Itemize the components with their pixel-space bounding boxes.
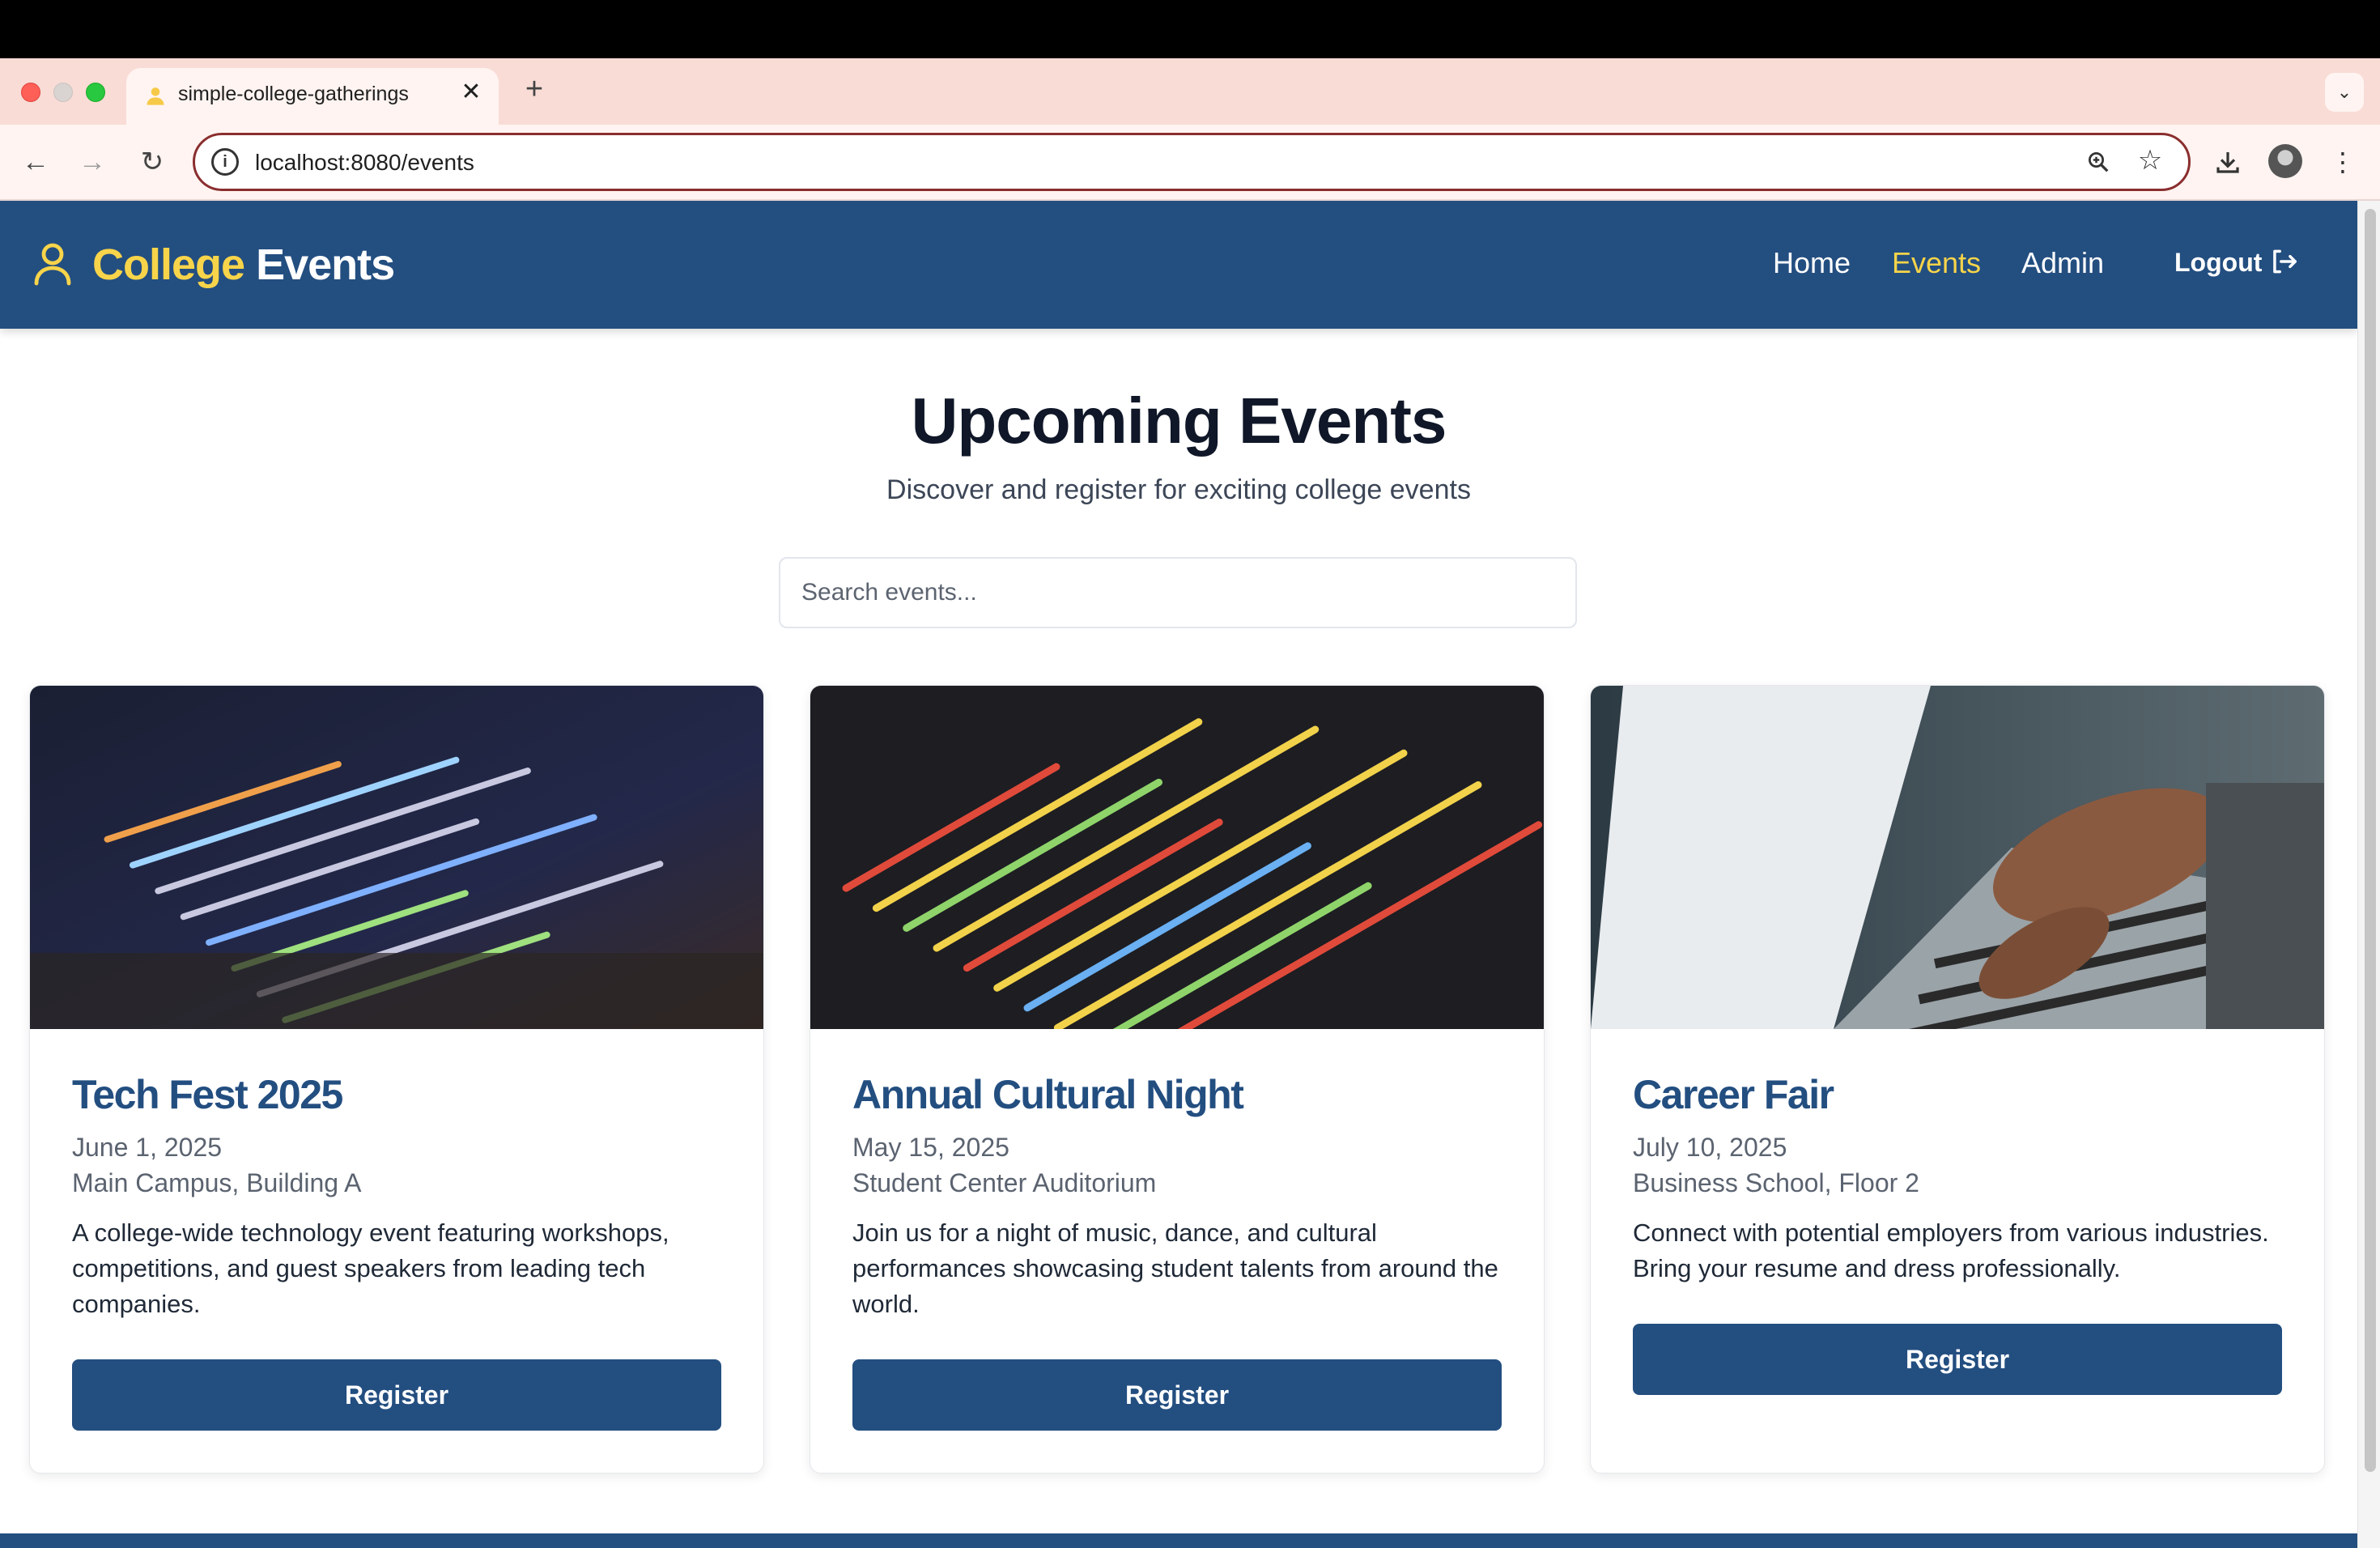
site-info-icon[interactable]: i	[211, 148, 239, 176]
register-button[interactable]: Register	[1633, 1324, 2282, 1395]
event-card: Career Fair July 10, 2025 Business Schoo…	[1590, 685, 2325, 1474]
event-title[interactable]: Career Fair	[1633, 1071, 1834, 1118]
event-description: Join us for a night of music, dance, and…	[852, 1218, 1498, 1318]
tab-close-icon[interactable]: ✕	[457, 78, 486, 107]
download-icon[interactable]	[2210, 144, 2246, 180]
scrollbar-thumb[interactable]	[2365, 209, 2376, 1472]
event-location: Student Center Auditorium	[852, 1168, 1157, 1197]
forward-arrow-icon[interactable]: →	[74, 144, 110, 180]
new-tab-button[interactable]: +	[518, 73, 550, 105]
logout-icon[interactable]	[2268, 246, 2299, 277]
zoom-icon[interactable]	[2083, 147, 2114, 177]
back-arrow-icon[interactable]: ←	[18, 144, 53, 180]
page-viewport: College Events Home Events Admin Logout …	[0, 201, 2357, 1548]
site-brand[interactable]: College Events	[92, 240, 395, 290]
brand-events: Events	[256, 240, 395, 289]
window-minimize-button[interactable]	[53, 83, 73, 102]
event-title[interactable]: Tech Fest 2025	[72, 1071, 343, 1118]
search-input[interactable]	[779, 557, 1577, 628]
more-menu-icon[interactable]: ⋮	[2325, 144, 2361, 180]
event-image-typing-laptop	[1591, 686, 2324, 1029]
event-date: July 10, 2025	[1633, 1133, 1787, 1162]
page-subtitle: Discover and register for exciting colle…	[886, 474, 1471, 505]
event-title[interactable]: Annual Cultural Night	[852, 1071, 1244, 1118]
event-image-code-laptop	[30, 686, 763, 1029]
bookmark-star-icon[interactable]: ☆	[2135, 145, 2165, 176]
nav-events[interactable]: Events	[1892, 246, 1981, 280]
event-date: May 15, 2025	[852, 1133, 1009, 1162]
tab-title: simple-college-gatherings	[178, 83, 409, 105]
browser-tab[interactable]: simple-college-gatherings ✕	[126, 68, 499, 125]
event-description: A college-wide technology event featurin…	[72, 1218, 669, 1318]
event-location: Main Campus, Building A	[72, 1168, 362, 1197]
event-card: Tech Fest 2025 June 1, 2025 Main Campus,…	[29, 685, 764, 1474]
address-bar[interactable]: i localhost:8080/events ☆	[193, 133, 2191, 191]
logout-button[interactable]: Logout	[2174, 248, 2262, 278]
site-header: College Events Home Events Admin Logout	[0, 201, 2357, 329]
page-title: Upcoming Events	[911, 385, 1447, 457]
event-card: Annual Cultural Night May 15, 2025 Stude…	[810, 685, 1545, 1474]
window-zoom-button[interactable]	[86, 83, 105, 102]
event-image-code-editor	[810, 686, 1544, 1029]
os-top-bar	[0, 0, 2380, 58]
event-description: Connect with potential employers from va…	[1633, 1218, 2269, 1282]
address-url[interactable]: localhost:8080/events	[255, 150, 474, 176]
event-date: June 1, 2025	[72, 1133, 223, 1162]
nav-admin[interactable]: Admin	[2021, 246, 2104, 280]
nav-home[interactable]: Home	[1773, 246, 1851, 280]
site-footer	[0, 1533, 2357, 1548]
register-button[interactable]: Register	[72, 1359, 721, 1431]
user-favicon-icon	[147, 87, 164, 105]
user-icon	[34, 243, 71, 286]
reload-icon[interactable]: ↻	[134, 144, 170, 180]
register-button[interactable]: Register	[852, 1359, 1502, 1431]
profile-avatar[interactable]	[2268, 144, 2302, 178]
event-location: Business School, Floor 2	[1633, 1168, 1919, 1197]
window-close-button[interactable]	[21, 83, 40, 102]
tab-search-chevron-icon[interactable]: ⌄	[2325, 73, 2364, 112]
page-scrollbar[interactable]	[2357, 201, 2380, 1548]
brand-college: College	[92, 240, 245, 289]
